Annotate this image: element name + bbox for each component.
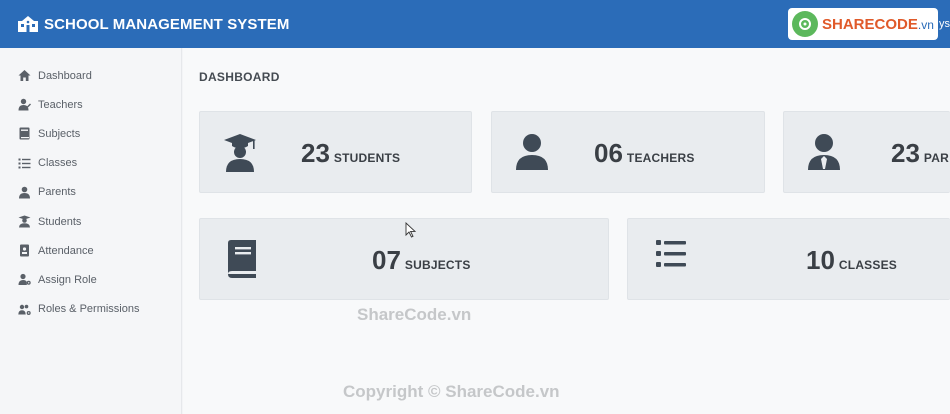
students-count: 23 [301,138,330,168]
classes-label: CLASSES [838,258,897,272]
sidebar-item-teachers[interactable]: Teachers [0,90,181,119]
teachers-count: 06 [594,138,623,168]
sidebar-item-label: Subjects [38,127,81,140]
sidebar-item-label: Parents [38,186,76,199]
sidebar-item-parents[interactable]: Parents [0,178,181,207]
sidebar-item-label: Attendance [38,244,94,257]
watermark-text: ShareCode.vn [357,305,472,324]
students-label: STUDENTS [333,151,401,165]
id-badge-icon [20,244,29,257]
user-tie-icon [18,99,31,111]
home-icon [18,70,31,82]
parents-label: PAR [923,151,949,165]
stat-card-parents[interactable]: 23 PAR [783,111,950,193]
user-tie-icon [808,134,840,170]
school-icon [18,16,38,32]
book-icon [19,127,30,140]
user-menu[interactable]: ys [939,18,950,30]
app-title: SCHOOL MANAGEMENT SYSTEM [44,15,290,33]
parents-count: 23 [891,138,920,168]
user-icon [516,134,548,170]
sidebar-item-attendance[interactable]: Attendance [0,236,181,265]
stat-card-teachers[interactable]: 06 TEACHERS [491,111,765,193]
logo-text: SHARECODE.vn [822,15,934,33]
teachers-label: TEACHERS [626,151,695,165]
graduate-icon [224,134,256,172]
sidebar-item-label: Roles & Permissions [38,303,140,316]
stat-card-classes[interactable]: 10 CLASSES [627,218,950,300]
sidebar-item-subjects[interactable]: Subjects [0,119,181,148]
page-title: DASHBOARD [199,70,280,84]
sharecode-logo: SHARECODE.vn [788,8,938,40]
sidebar-item-roles-permissions[interactable]: Roles & Permissions [0,295,181,324]
sidebar-item-dashboard[interactable]: Dashboard [0,61,181,90]
book-icon [228,240,256,278]
brand[interactable]: SCHOOL MANAGEMENT SYSTEM [18,16,289,33]
sidebar-item-label: Students [38,215,82,228]
classes-count: 10 [806,245,835,275]
sidebar-item-label: Dashboard [38,69,92,82]
subjects-count: 07 [372,245,401,275]
sidebar-item-students[interactable]: Students [0,207,181,236]
sidebar-item-label: Classes [38,157,78,170]
user-cog-icon [18,274,31,286]
graduate-icon [18,215,31,228]
list-icon [656,240,686,267]
sidebar-item-label: Teachers [38,98,83,111]
top-navbar: SCHOOL MANAGEMENT SYSTEM ys SHARECODE.vn [0,0,950,48]
sidebar: Dashboard Teachers Subjects Classes Pare… [0,48,182,414]
users-cog-icon [18,304,31,315]
user-icon [19,186,30,199]
copyright-watermark: Copyright © ShareCode.vn [343,382,560,401]
stat-card-subjects[interactable]: 07 SUBJECTS [199,218,609,300]
list-icon [18,158,31,169]
sidebar-item-classes[interactable]: Classes [0,149,181,178]
sidebar-item-assign-role[interactable]: Assign Role [0,265,181,294]
sidebar-item-label: Assign Role [38,273,97,286]
stat-card-students[interactable]: 23 STUDENTS [199,111,472,193]
subjects-label: SUBJECTS [404,258,471,272]
mouse-cursor-icon [405,222,417,238]
recycle-icon [792,11,818,37]
